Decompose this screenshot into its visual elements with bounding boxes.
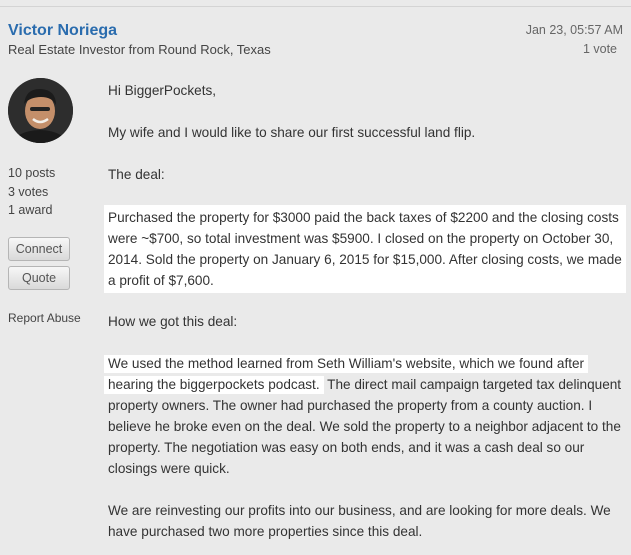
author-stats: 10 posts 3 votes 1 award	[8, 164, 55, 220]
how-paragraph: We used the method learned from Seth Wil…	[104, 353, 626, 479]
vote-count: 3 votes	[8, 184, 49, 199]
author-title: Real Estate Investor from Round Rock, Te…	[8, 42, 271, 57]
deal-heading: The deal:	[108, 167, 165, 182]
post-vote-count: 1 vote	[582, 42, 617, 56]
quote-button[interactable]: Quote	[8, 266, 70, 290]
deal-body: Purchased the property for $3000 paid th…	[104, 205, 626, 293]
deal-paragraph: Purchased the property for $3000 paid th…	[104, 205, 626, 293]
post-date: Jan 23, 05:57 AM	[525, 23, 623, 37]
avatar[interactable]	[8, 78, 73, 143]
post-intro: My wife and I would like to share our fi…	[108, 125, 476, 140]
post-greeting: Hi BiggerPockets,	[108, 83, 217, 98]
avatar-photo	[8, 78, 73, 143]
how-heading: How we got this deal:	[108, 314, 238, 329]
post-count: 10 posts	[8, 166, 56, 180]
divider	[0, 6, 631, 7]
connect-button[interactable]: Connect	[8, 237, 70, 261]
author-name-link[interactable]: Victor Noriega	[8, 22, 117, 40]
report-abuse-link[interactable]: Report Abuse	[8, 311, 81, 325]
closing-paragraph: We are reinvesting our profits into our …	[108, 503, 611, 539]
award-count: 1 award	[8, 203, 53, 217]
